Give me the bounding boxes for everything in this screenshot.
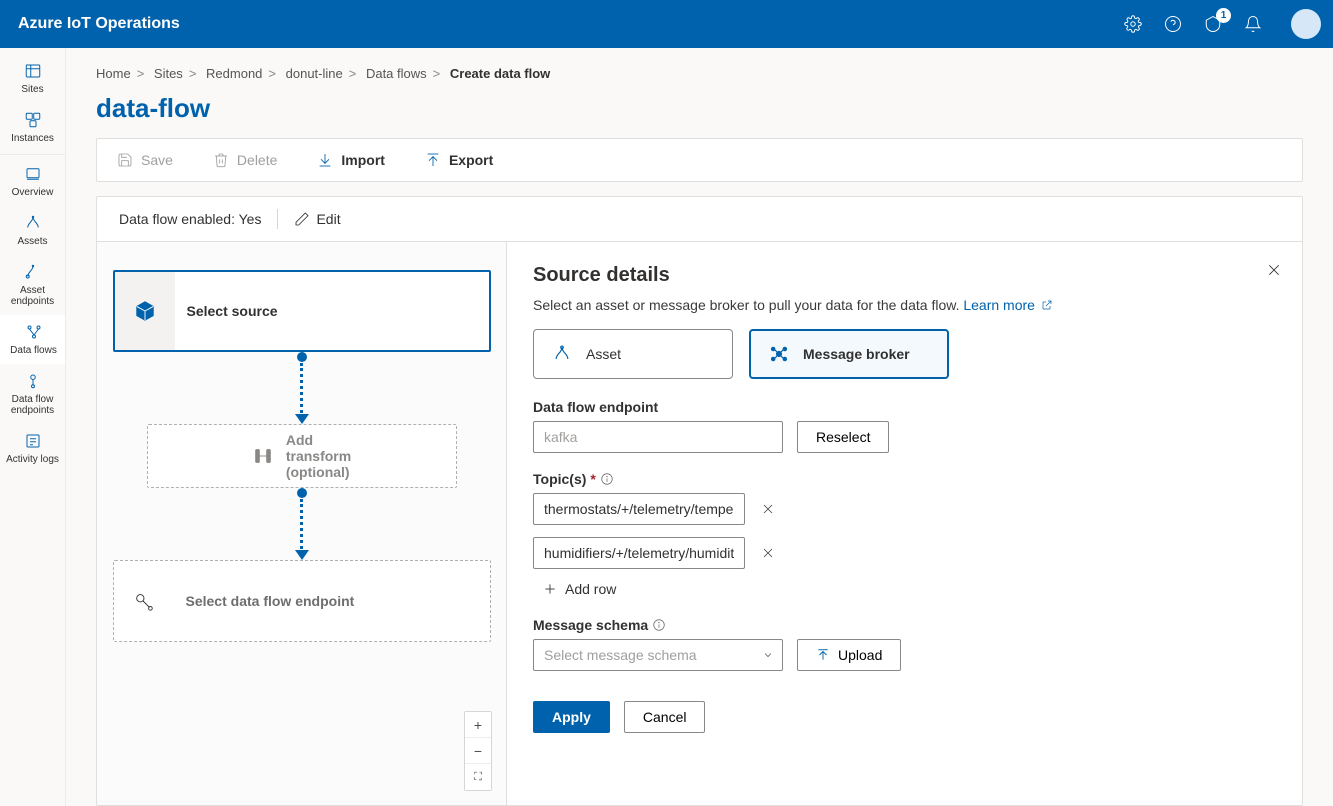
remove-topic-icon[interactable] — [759, 500, 777, 518]
node-transform[interactable]: Add transform (optional) — [147, 424, 457, 488]
topics-label: Topic(s) * — [533, 471, 1276, 487]
upload-button[interactable]: Upload — [797, 639, 901, 671]
nav-sites[interactable]: Sites — [0, 54, 65, 103]
flow-status: Data flow enabled: Yes — [119, 211, 261, 227]
panel-description: Select an asset or message broker to pul… — [533, 297, 1276, 313]
reselect-button[interactable]: Reselect — [797, 421, 889, 453]
chevron-down-icon — [762, 649, 774, 661]
avatar[interactable] — [1291, 9, 1321, 39]
nav-label: Activity logs — [6, 454, 59, 465]
nav-label: Assets — [17, 236, 47, 247]
nav-activity-logs[interactable]: Activity logs — [0, 424, 65, 473]
remove-topic-icon[interactable] — [759, 544, 777, 562]
topic-input-0[interactable] — [533, 493, 745, 525]
nav-label: Instances — [11, 133, 54, 144]
tab-message-broker[interactable]: Message broker — [749, 329, 949, 379]
close-icon[interactable] — [1264, 260, 1284, 280]
nav-label: Data flows — [10, 345, 57, 356]
delete-button: Delete — [213, 152, 277, 168]
crumb-data-flows[interactable]: Data flows — [366, 66, 427, 81]
zoom-fit-button[interactable]: ⛶ — [465, 764, 491, 790]
nav-assets[interactable]: Assets — [0, 206, 65, 255]
left-nav: Sites Instances Overview Assets Asset en… — [0, 48, 66, 806]
zoom-in-button[interactable]: + — [465, 712, 491, 738]
node-destination[interactable]: Select data flow endpoint — [113, 560, 491, 642]
nav-asset-endpoints[interactable]: Asset endpoints — [0, 255, 65, 315]
nav-data-flows[interactable]: Data flows — [0, 315, 65, 364]
nav-overview[interactable]: Overview — [0, 157, 65, 206]
tab-asset[interactable]: Asset — [533, 329, 733, 379]
crumb-donut-line[interactable]: donut-line — [286, 66, 343, 81]
toolbar: Save Delete Import Export — [96, 138, 1303, 182]
info-icon[interactable] — [652, 618, 666, 632]
endpoint-input[interactable] — [533, 421, 783, 453]
crumb-home[interactable]: Home — [96, 66, 131, 81]
notifications-icon[interactable] — [1243, 14, 1263, 34]
apply-button[interactable]: Apply — [533, 701, 610, 733]
export-button[interactable]: Export — [425, 152, 493, 168]
schema-label: Message schema — [533, 617, 1276, 633]
topic-input-1[interactable] — [533, 537, 745, 569]
panel-title: Source details — [533, 264, 1276, 287]
endpoint-icon — [114, 590, 174, 612]
topbar-actions: 1 — [1123, 9, 1321, 39]
node-source[interactable]: Select source — [113, 270, 491, 352]
top-header: Azure IoT Operations 1 — [0, 0, 1333, 48]
zoom-out-button[interactable]: − — [465, 738, 491, 764]
settings-icon[interactable] — [1123, 14, 1143, 34]
endpoint-label: Data flow endpoint — [533, 399, 1276, 415]
source-type-tabs: Asset Message broker — [533, 329, 1276, 379]
notification-badge: 1 — [1216, 8, 1231, 23]
nav-dataflow-endpoints[interactable]: Data flow endpoints — [0, 364, 65, 424]
nav-label: Sites — [21, 84, 43, 95]
crumb-current: Create data flow — [450, 66, 550, 81]
nav-label: Data flow endpoints — [2, 394, 63, 416]
breadcrumb: Home> Sites> Redmond> donut-line> Data f… — [96, 66, 1303, 81]
info-icon[interactable] — [600, 472, 614, 486]
panel-footer: Apply Cancel — [533, 701, 1276, 733]
save-button: Save — [117, 152, 173, 168]
crumb-redmond[interactable]: Redmond — [206, 66, 262, 81]
main-content: Home> Sites> Redmond> donut-line> Data f… — [66, 48, 1333, 806]
crumb-sites[interactable]: Sites — [154, 66, 183, 81]
learn-more-link[interactable]: Learn more — [963, 297, 1052, 313]
nav-label: Asset endpoints — [2, 285, 63, 307]
import-button[interactable]: Import — [317, 152, 385, 168]
content-card: Data flow enabled: Yes Edit Select s — [96, 196, 1303, 806]
connector — [295, 352, 309, 424]
feedback-icon[interactable]: 1 — [1203, 14, 1223, 34]
add-row-button[interactable]: Add row — [543, 581, 1276, 597]
nav-instances[interactable]: Instances — [0, 103, 65, 152]
cube-icon — [115, 272, 175, 350]
zoom-controls: + − ⛶ — [464, 711, 492, 791]
transform-icon — [252, 445, 274, 467]
schema-select[interactable]: Select message schema — [533, 639, 783, 671]
app-title: Azure IoT Operations — [18, 15, 180, 33]
flow-canvas[interactable]: Select source Add transform (optional) — [97, 242, 507, 805]
source-details-panel: Source details Select an asset or messag… — [507, 242, 1302, 805]
nav-label: Overview — [12, 187, 54, 198]
page-title: data-flow — [96, 93, 1303, 124]
cancel-button[interactable]: Cancel — [624, 701, 706, 733]
help-icon[interactable] — [1163, 14, 1183, 34]
status-row: Data flow enabled: Yes Edit — [97, 197, 1302, 241]
edit-button[interactable]: Edit — [294, 211, 340, 227]
connector — [295, 488, 309, 560]
